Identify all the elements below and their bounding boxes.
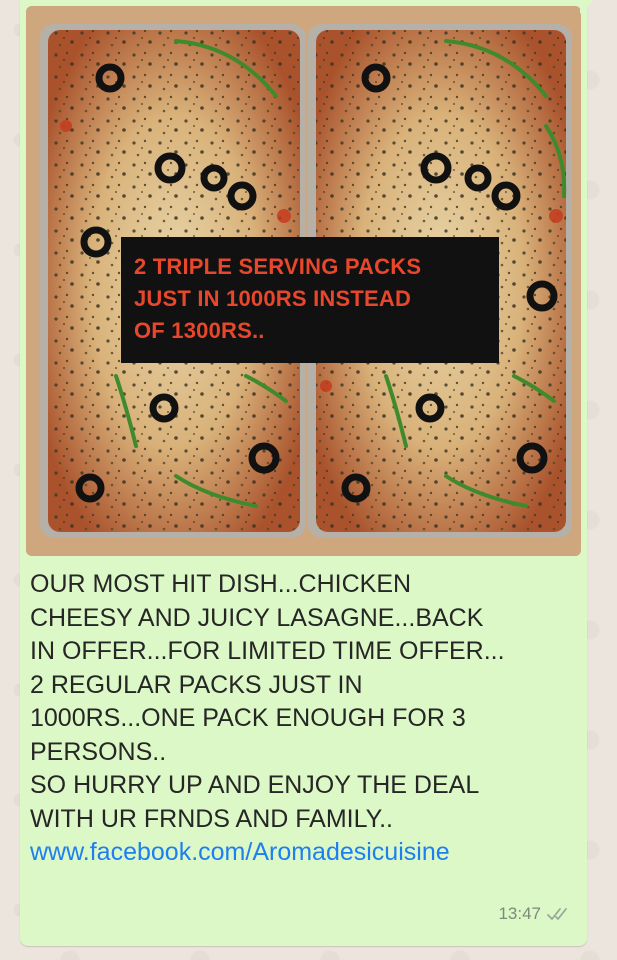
message-bubble[interactable]: 2 TRIPLE SERVING PACKS JUST IN 1000RS IN…	[20, 0, 587, 946]
caption-line: CHEESY AND JUICY LASAGNE...BACK	[30, 603, 484, 632]
overlay-line: JUST IN 1000RS INSTEAD	[134, 286, 412, 311]
caption-line: IN OFFER...FOR LIMITED TIME OFFER...	[30, 637, 505, 665]
overlay-line: OF 1300RS..	[134, 318, 265, 343]
message-meta: 13:47	[498, 904, 573, 924]
bubble-tail	[580, 0, 594, 14]
caption-line: 2 REGULAR PACKS JUST IN	[30, 670, 363, 699]
caption-line: PERSONS..	[30, 737, 167, 766]
caption-line: OUR MOST HIT DISH...CHICKEN	[30, 570, 412, 598]
message-caption: OUR MOST HIT DISH...CHICKEN CHEESY AND J…	[30, 568, 580, 870]
caption-line: WITH UR FRNDS AND FAMILY..	[30, 804, 394, 833]
facebook-link[interactable]: www.facebook.com/Aromadesicuisine	[30, 836, 580, 870]
overlay-line: 2 TRIPLE SERVING PACKS	[134, 254, 422, 279]
lasagne-photo[interactable]: 2 TRIPLE SERVING PACKS JUST IN 1000RS IN…	[26, 6, 581, 556]
caption-line: 1000RS...ONE PACK ENOUGH FOR 3	[30, 704, 466, 732]
double-check-icon	[547, 908, 567, 920]
offer-overlay: 2 TRIPLE SERVING PACKS JUST IN 1000RS IN…	[121, 237, 499, 363]
message-time: 13:47	[498, 904, 541, 923]
caption-line: SO HURRY UP AND ENJOY THE DEAL	[30, 771, 480, 799]
